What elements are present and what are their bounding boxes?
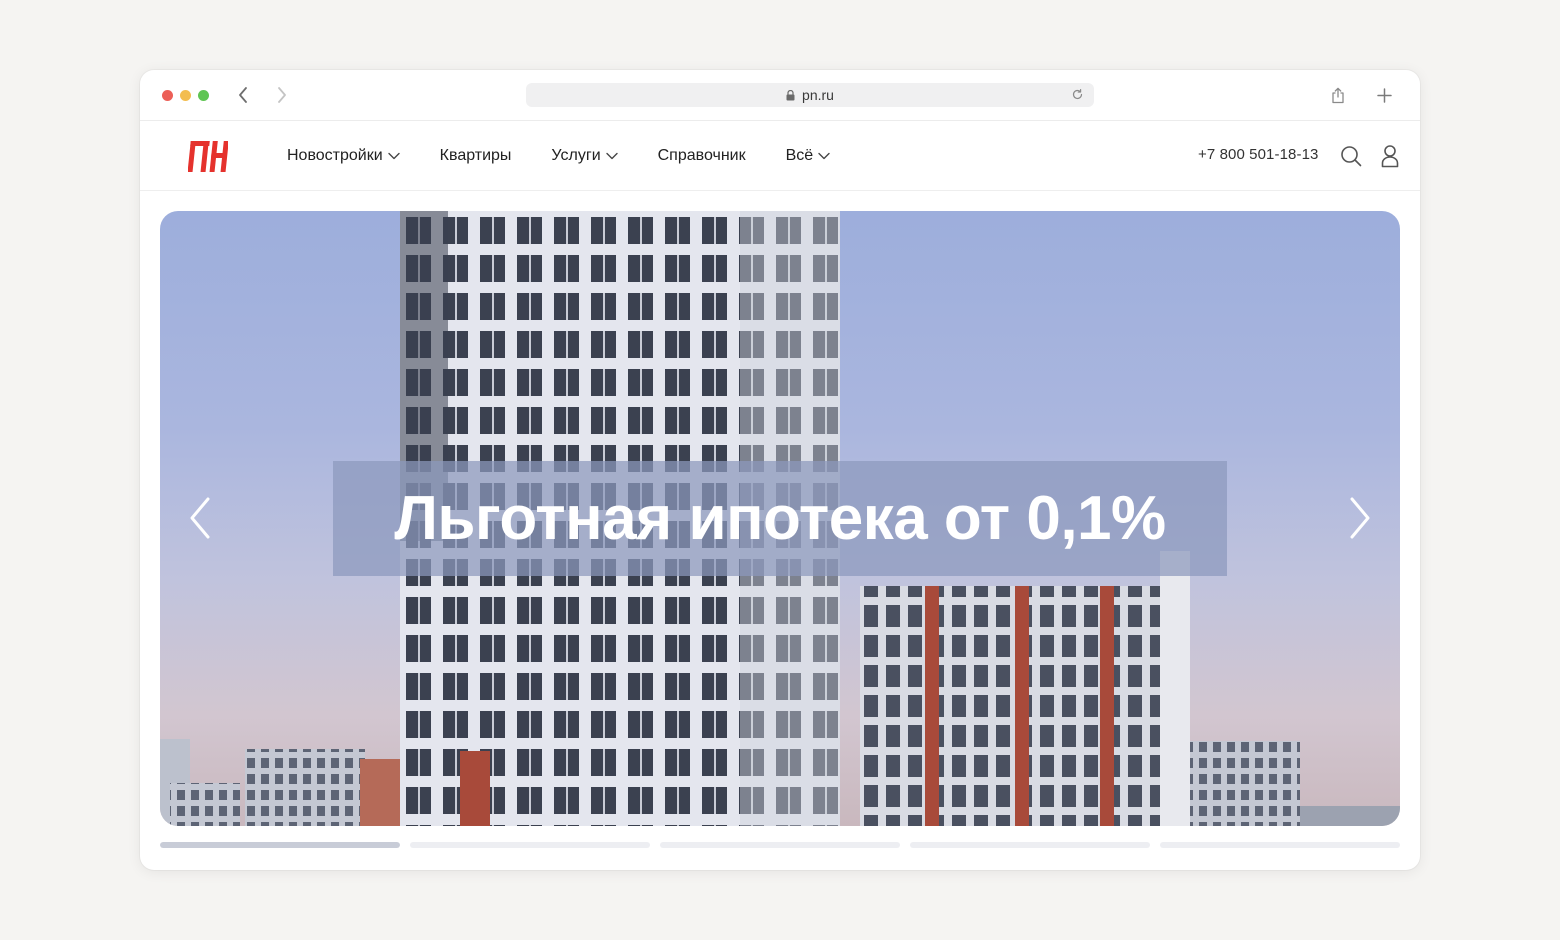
- nav-item-novostroyki[interactable]: Новостройки: [287, 147, 400, 165]
- nav-item-uslugi[interactable]: Услуги: [551, 146, 618, 165]
- slider-prev-button[interactable]: [180, 496, 220, 540]
- hero-slider: Льготная ипотека от 0,1%: [160, 211, 1400, 826]
- nav-label: Услуги: [551, 146, 601, 164]
- close-window-button[interactable]: [162, 90, 173, 101]
- chevron-down-icon: [605, 152, 618, 160]
- share-icon: [1332, 87, 1344, 103]
- logo-mark: [187, 141, 229, 172]
- reload-icon[interactable]: [1071, 88, 1084, 101]
- slide-indicator-fill: [160, 842, 400, 848]
- chevron-right-icon: [278, 87, 286, 103]
- chevron-down-icon: [818, 152, 830, 160]
- nav-label: Справочник: [657, 146, 746, 164]
- hero-headline: Льготная ипотека от 0,1%: [394, 484, 1166, 553]
- address-bar[interactable]: pn.ru: [526, 83, 1094, 107]
- chevron-left-icon: [190, 497, 210, 539]
- main-nav: Новостройки Квартиры Услуги Справочник В…: [287, 121, 870, 190]
- nav-item-vse[interactable]: Всё: [786, 147, 831, 165]
- nav-label: Всё: [785, 146, 814, 164]
- slide-indicator-1[interactable]: [160, 842, 400, 848]
- slide-indicator-4[interactable]: [910, 842, 1150, 848]
- back-button[interactable]: [233, 84, 253, 106]
- url-text: pn.ru: [802, 87, 834, 103]
- user-icon: [1381, 145, 1399, 168]
- slide-indicator-3[interactable]: [660, 842, 900, 848]
- lock-icon: [786, 89, 795, 101]
- nav-label: Новостройки: [287, 146, 383, 164]
- site-header: Новостройки Квартиры Услуги Справочник В…: [140, 121, 1420, 191]
- browser-window: pn.ru Новостройки Квартиры Услуги Справо…: [140, 70, 1420, 870]
- slide-indicator-5[interactable]: [1160, 842, 1400, 848]
- zoom-window-button[interactable]: [198, 90, 209, 101]
- account-button[interactable]: [1380, 144, 1400, 168]
- nav-item-spravochnik[interactable]: Справочник: [658, 147, 746, 165]
- nav-label: Квартиры: [439, 146, 512, 164]
- nav-item-kvartiry[interactable]: Квартиры: [440, 147, 512, 165]
- new-tab-button[interactable]: [1374, 84, 1394, 106]
- plus-icon: [1376, 87, 1392, 103]
- slider-next-button[interactable]: [1340, 496, 1380, 540]
- slide-indicator-2[interactable]: [410, 842, 650, 848]
- browser-toolbar: pn.ru: [140, 70, 1420, 121]
- site-logo[interactable]: [187, 139, 229, 173]
- chevron-left-icon: [239, 87, 247, 103]
- slider-progress: [160, 842, 1400, 848]
- forward-button[interactable]: [272, 84, 292, 106]
- hero-banner: Льготная ипотека от 0,1%: [333, 461, 1227, 576]
- search-icon: [1341, 146, 1362, 167]
- phone-link[interactable]: +7 800 501-18-13: [1198, 146, 1318, 163]
- minimize-window-button[interactable]: [180, 90, 191, 101]
- share-button[interactable]: [1328, 84, 1348, 106]
- chevron-down-icon: [387, 152, 400, 160]
- search-button[interactable]: [1340, 145, 1362, 167]
- chevron-right-icon: [1350, 497, 1370, 539]
